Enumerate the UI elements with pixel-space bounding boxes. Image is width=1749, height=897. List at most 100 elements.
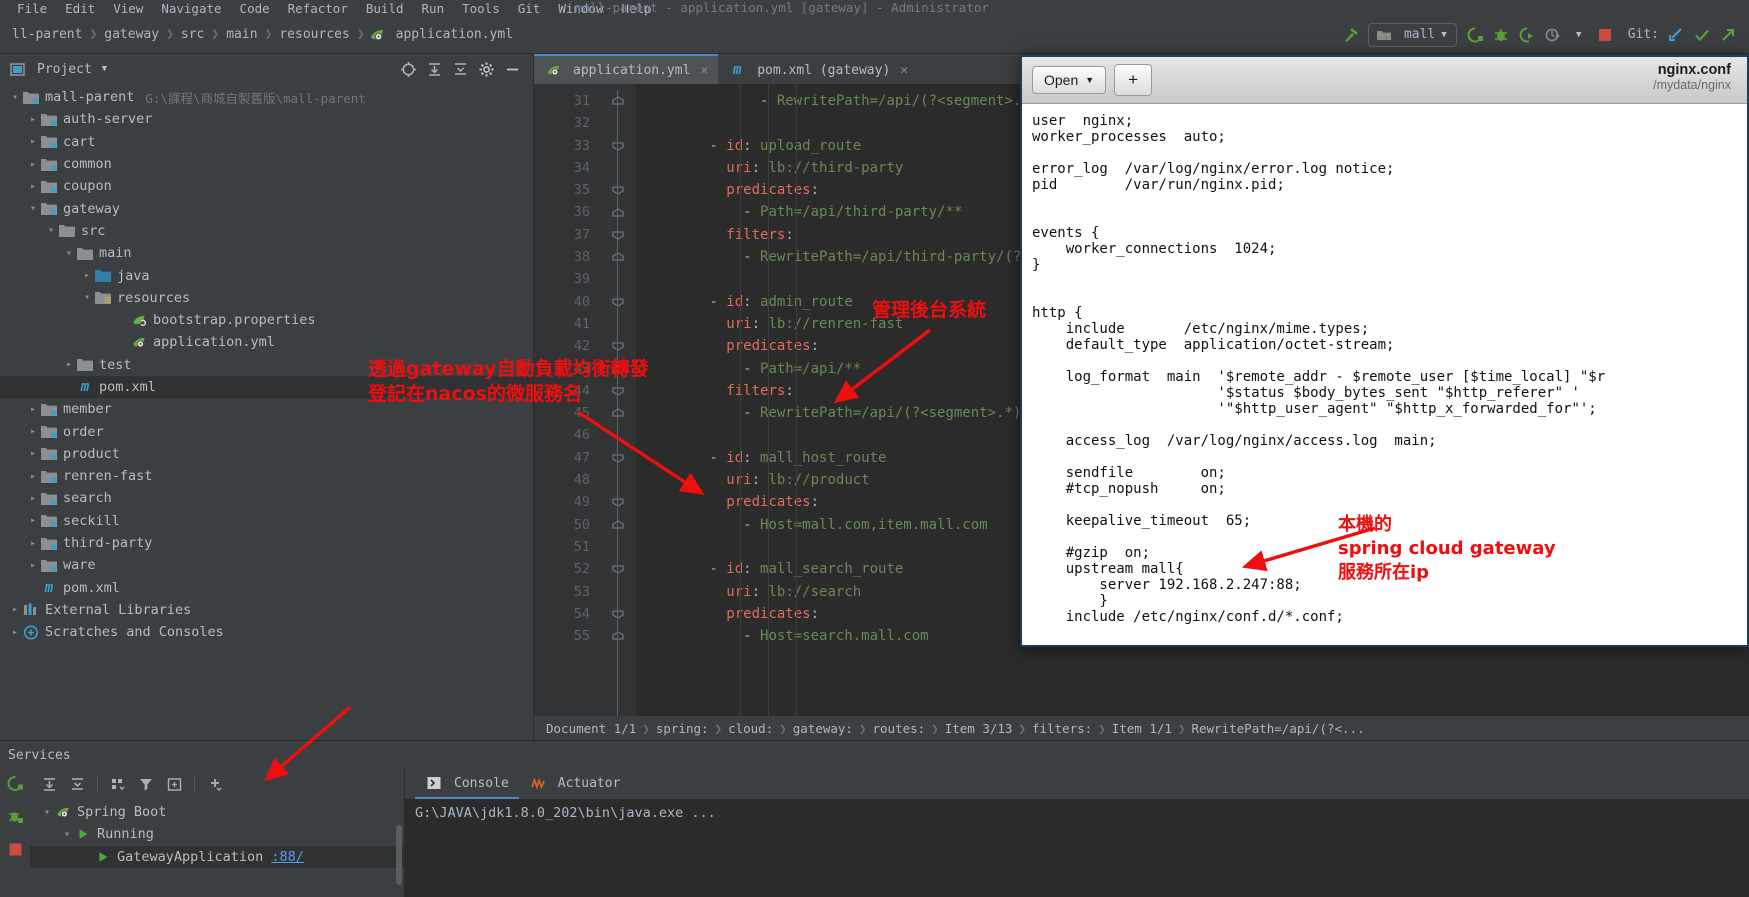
tree-item-bootstrap-properties[interactable]: bootstrap.properties [0, 309, 533, 331]
run-configuration-selector[interactable]: mall ▼ [1367, 22, 1457, 47]
new-tab-button[interactable]: + [1114, 64, 1153, 96]
breadcrumb-item-resources[interactable]: resources [275, 26, 353, 43]
breadcrumb-item-project[interactable]: ll-parent [8, 26, 86, 43]
debug-icon[interactable] [1488, 22, 1514, 48]
fold-marker-start[interactable] [600, 447, 636, 469]
fold-marker-end[interactable] [600, 625, 636, 647]
expand-all-icon[interactable] [421, 57, 447, 81]
breadcrumb-item-main[interactable]: main [222, 26, 261, 43]
menu-item-view[interactable]: View [104, 1, 152, 16]
fold-marker-start[interactable] [600, 491, 636, 513]
tree-item-coupon[interactable]: ▸ coupon [0, 175, 533, 197]
tree-item-order[interactable]: ▸ order [0, 420, 533, 442]
tab-application-yml[interactable]: application.yml ✕ [534, 54, 719, 84]
fold-marker-start[interactable] [600, 179, 636, 201]
chevron-down-icon[interactable]: ▾ [62, 248, 76, 259]
chevron-down-icon[interactable]: ▼ [1566, 22, 1592, 48]
menu-item-edit[interactable]: Edit [56, 1, 104, 16]
fold-marker-end[interactable] [600, 514, 636, 536]
chevron-right-icon[interactable]: ▸ [26, 515, 40, 526]
tree-item-java[interactable]: ▸ java [0, 264, 533, 286]
tree-item-external-libraries[interactable]: ▸ External Libraries [0, 599, 533, 621]
status-segment[interactable]: RewritePath=/api/(?<... [1187, 721, 1368, 736]
service-item-gatewayapplication[interactable]: GatewayApplication:88/ [30, 845, 404, 868]
settings-icon[interactable] [473, 57, 499, 81]
locate-icon[interactable] [395, 57, 421, 81]
menu-item-file[interactable]: File [8, 1, 56, 16]
menu-item-refactor[interactable]: Refactor [279, 1, 357, 16]
run-icon[interactable] [1462, 22, 1488, 48]
profiler-icon[interactable] [1540, 22, 1566, 48]
status-segment[interactable]: routes: [869, 721, 930, 736]
fold-marker-start[interactable] [600, 335, 636, 357]
expand-all-icon[interactable] [36, 772, 62, 796]
chevron-right-icon[interactable]: ▸ [26, 181, 40, 192]
chevron-down-icon[interactable]: ▾ [26, 203, 40, 214]
fold-marker-start[interactable] [600, 224, 636, 246]
update-project-icon[interactable] [1663, 22, 1689, 48]
tree-item-pom-xml[interactable]: m pom.xml [0, 577, 533, 599]
tree-item-seckill[interactable]: ▸ seckill [0, 510, 533, 532]
service-item-running[interactable]: ▾ Running [30, 823, 404, 845]
collapse-all-icon[interactable] [64, 772, 90, 796]
project-panel-title-group[interactable]: Project ▼ [8, 62, 107, 77]
chevron-right-icon[interactable]: ▸ [8, 604, 22, 615]
status-segment[interactable]: Item 1/1 [1108, 721, 1176, 736]
tree-item-gateway[interactable]: ▾ gateway [0, 197, 533, 219]
add-service-icon[interactable] [202, 772, 228, 796]
hide-panel-icon[interactable] [499, 57, 525, 81]
fold-marker-end[interactable] [600, 90, 636, 112]
tree-item-cart[interactable]: ▸ cart [0, 131, 533, 153]
tree-item-renren-fast[interactable]: ▸ renren-fast [0, 465, 533, 487]
chevron-right-icon[interactable]: ▸ [26, 493, 40, 504]
chevron-down-icon[interactable]: ▼ [102, 64, 107, 74]
breadcrumb-item-src[interactable]: src [177, 26, 208, 43]
breadcrumb-item-file[interactable]: application.yml [392, 26, 517, 43]
filter-icon[interactable] [133, 772, 159, 796]
rerun-icon[interactable] [7, 775, 24, 796]
tree-item-scratches-and-consoles[interactable]: ▸ Scratches and Consoles [0, 621, 533, 643]
tab-console[interactable]: Console [415, 769, 519, 799]
tree-item-mall-parent[interactable]: ▾ mall-parent G:\課程\商城自製舊版\mall-parent [0, 86, 533, 108]
chevron-right-icon[interactable]: ▸ [26, 404, 40, 415]
chevron-right-icon[interactable]: ▸ [26, 114, 40, 125]
menu-item-navigate[interactable]: Navigate [152, 1, 230, 16]
chevron-right-icon[interactable]: ▸ [62, 359, 76, 370]
push-icon[interactable] [1715, 22, 1741, 48]
status-segment[interactable]: Document 1/1 [542, 721, 640, 736]
chevron-right-icon[interactable]: ▸ [26, 426, 40, 437]
tree-item-src[interactable]: ▾ src [0, 220, 533, 242]
chevron-right-icon[interactable]: ▸ [26, 560, 40, 571]
chevron-down-icon[interactable]: ▾ [8, 92, 22, 103]
chevron-right-icon[interactable]: ▸ [26, 538, 40, 549]
close-icon[interactable]: ✕ [700, 63, 708, 78]
chevron-right-icon[interactable]: ▸ [26, 471, 40, 482]
services-scrollbar[interactable] [396, 825, 402, 885]
menu-item-run[interactable]: Run [413, 1, 454, 16]
tree-item-search[interactable]: ▸ search [0, 487, 533, 509]
menu-item-tools[interactable]: Tools [453, 1, 509, 16]
tree-item-auth-server[interactable]: ▸ auth-server [0, 108, 533, 130]
debug-icon[interactable] [7, 808, 24, 829]
service-item-spring-boot[interactable]: ▾ Spring Boot [30, 801, 404, 823]
tab-actuator[interactable]: Actuator [519, 769, 631, 799]
tree-item-common[interactable]: ▸ common [0, 153, 533, 175]
commit-icon[interactable] [1689, 22, 1715, 48]
chevron-right-icon[interactable]: ▸ [26, 448, 40, 459]
run-coverage-icon[interactable] [1514, 22, 1540, 48]
tree-item-resources[interactable]: ▾ resources [0, 287, 533, 309]
chevron-down-icon[interactable]: ▾ [40, 807, 54, 818]
fold-marker-start[interactable] [600, 291, 636, 313]
chevron-down-icon[interactable]: ▾ [80, 292, 94, 303]
stop-icon[interactable] [1592, 22, 1618, 48]
chevron-right-icon[interactable]: ▸ [80, 270, 94, 281]
status-segment[interactable]: filters: [1028, 721, 1096, 736]
chevron-right-icon[interactable]: ▸ [26, 159, 40, 170]
fold-marker-start[interactable] [600, 135, 636, 157]
tree-item-ware[interactable]: ▸ ware [0, 554, 533, 576]
menu-item-build[interactable]: Build [357, 1, 413, 16]
status-segment[interactable]: cloud: [724, 721, 777, 736]
tree-item-third-party[interactable]: ▸ third-party [0, 532, 533, 554]
status-segment[interactable]: spring: [652, 721, 713, 736]
menu-item-git[interactable]: Git [509, 1, 550, 16]
